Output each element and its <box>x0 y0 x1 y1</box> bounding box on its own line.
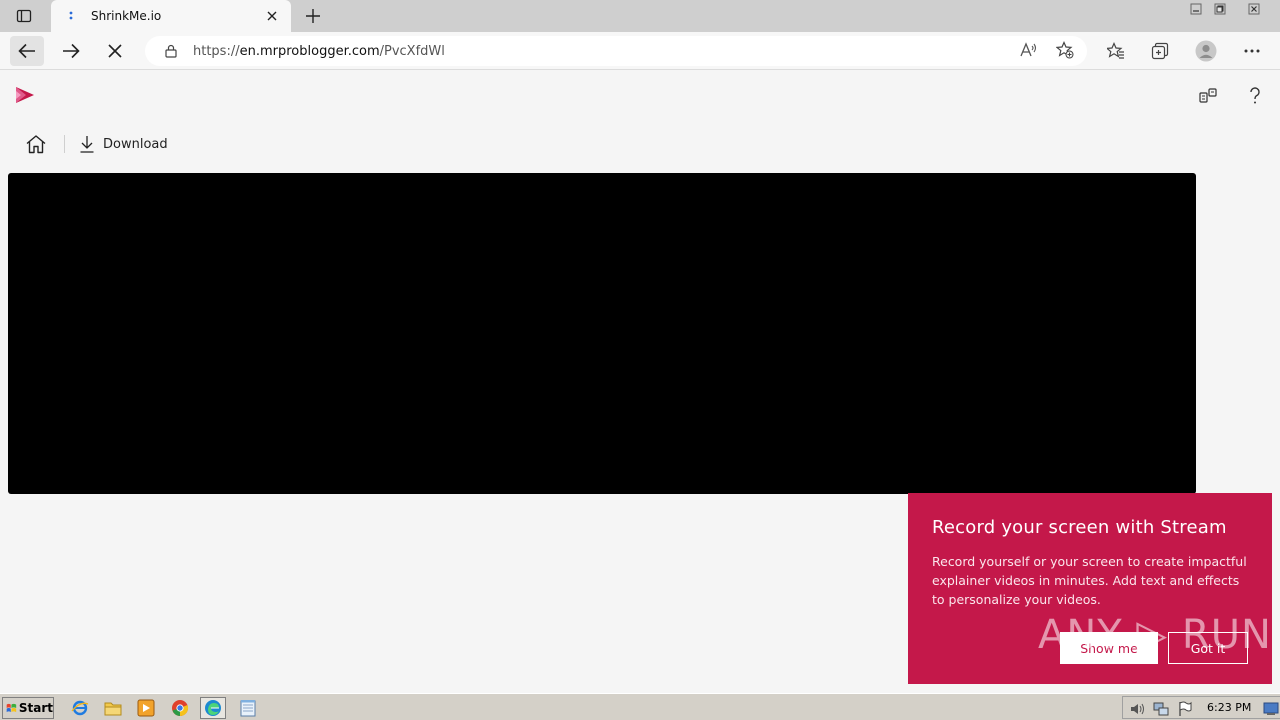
action-center-flag-icon[interactable] <box>1177 701 1193 717</box>
browser-toolbar: https://en.mrproblogger.com/PvcXfdWl <box>0 32 1280 70</box>
url-scheme: https:// <box>193 43 240 59</box>
home-button[interactable] <box>22 130 50 158</box>
more-options-icon[interactable] <box>1237 38 1267 64</box>
web-page: Download Record your screen with Stream … <box>0 71 1280 693</box>
stop-loading-button[interactable] <box>98 36 132 66</box>
read-aloud-icon[interactable] <box>1018 39 1040 61</box>
got-it-button[interactable]: Got it <box>1168 632 1248 664</box>
popup-title: Record your screen with Stream <box>932 517 1227 538</box>
browser-tab[interactable]: ShrinkMe.io <box>51 0 291 32</box>
system-tray: 6:23 PM <box>1122 696 1280 719</box>
new-tab-icon[interactable] <box>300 4 326 28</box>
start-button[interactable]: Start <box>2 697 54 719</box>
internet-explorer-icon[interactable] <box>67 697 93 719</box>
tab-title: ShrinkMe.io <box>91 9 162 23</box>
tab-actions-icon[interactable] <box>10 6 38 26</box>
close-window-icon[interactable] <box>1240 0 1268 18</box>
tab-favicon-icon <box>63 8 79 24</box>
help-icon[interactable] <box>1242 83 1268 109</box>
url-host: en.mrproblogger.com <box>239 43 380 59</box>
stream-logo-icon[interactable] <box>14 85 36 105</box>
windows-taskbar: Start 6:23 PM <box>0 693 1280 720</box>
forward-button[interactable] <box>54 36 88 66</box>
start-label: Start <box>18 701 53 715</box>
browser-titlebar: ShrinkMe.io <box>0 0 1280 32</box>
show-desktop-icon[interactable] <box>1263 701 1279 717</box>
edge-icon[interactable] <box>200 697 226 719</box>
download-label: Download <box>103 136 168 152</box>
teaching-popup: Record your screen with Stream Record yo… <box>908 493 1272 684</box>
profile-avatar-icon[interactable] <box>1191 38 1221 64</box>
media-player-icon[interactable] <box>133 697 159 719</box>
back-button[interactable] <box>10 36 44 66</box>
show-me-button[interactable]: Show me <box>1060 632 1158 664</box>
taskbar-clock[interactable]: 6:23 PM <box>1207 701 1251 714</box>
windows-logo-icon <box>6 703 17 713</box>
add-favorite-icon[interactable] <box>1054 39 1076 61</box>
address-bar[interactable]: https://en.mrproblogger.com/PvcXfdWl <box>145 36 1087 66</box>
command-bar-divider <box>64 135 65 153</box>
download-button[interactable]: Download <box>79 130 168 158</box>
volume-icon[interactable] <box>1129 701 1145 717</box>
notepad-icon[interactable] <box>235 697 261 719</box>
url-path: /PvcXfdWl <box>379 43 445 59</box>
feedback-icon[interactable] <box>1195 83 1221 109</box>
maximize-icon[interactable] <box>1206 0 1234 18</box>
video-player[interactable] <box>8 173 1196 494</box>
collections-icon[interactable] <box>1145 38 1175 64</box>
file-explorer-icon[interactable] <box>100 697 126 719</box>
popup-body: Record yourself or your screen to create… <box>932 554 1247 607</box>
url-text: https://en.mrproblogger.com/PvcXfdWl <box>193 44 445 59</box>
network-icon[interactable] <box>1153 701 1169 717</box>
favorites-icon[interactable] <box>1101 38 1131 64</box>
chrome-icon[interactable] <box>167 697 193 719</box>
command-bar: Download <box>22 129 168 159</box>
lock-icon[interactable] <box>163 43 179 59</box>
download-icon <box>80 136 94 153</box>
tab-close-icon[interactable] <box>261 5 283 27</box>
